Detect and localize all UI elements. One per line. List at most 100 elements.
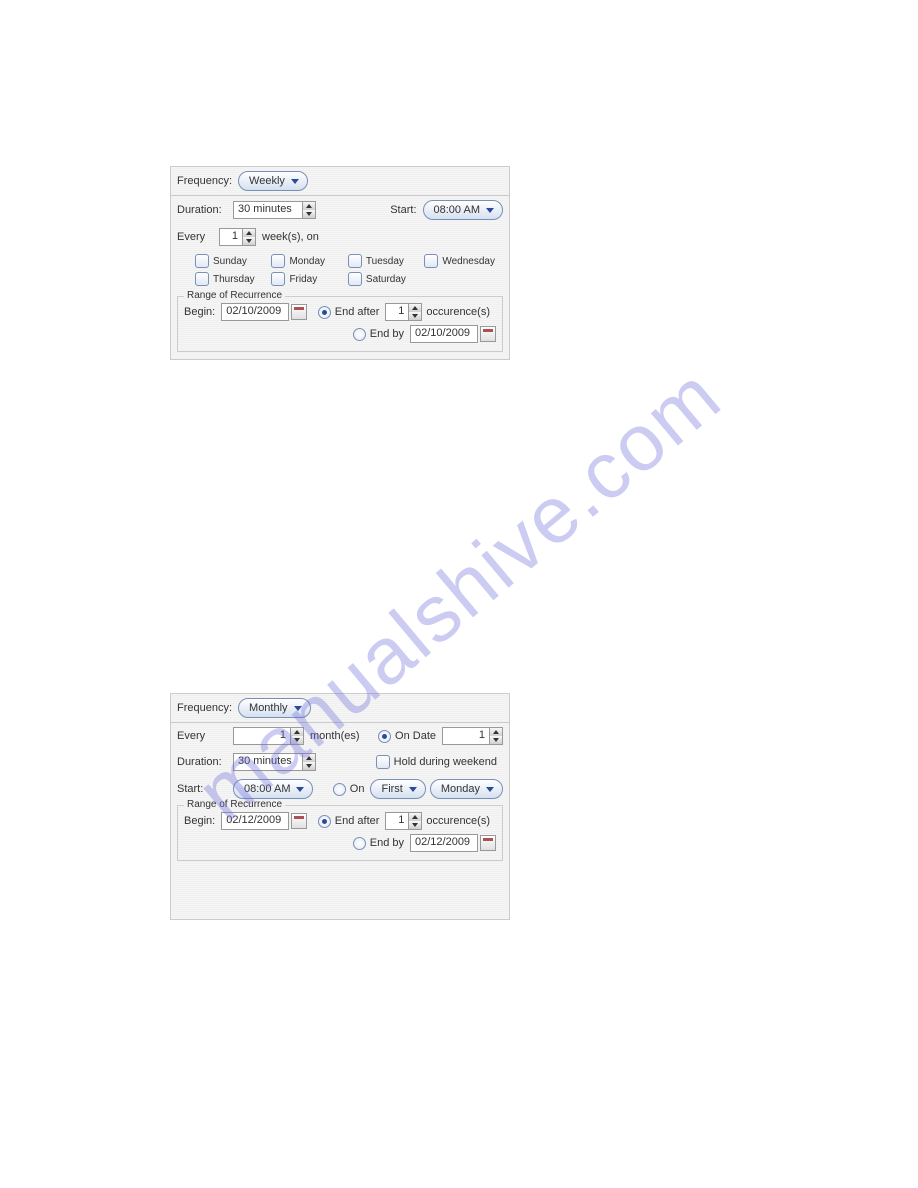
frequency-value: Monthly [249, 702, 288, 714]
chevron-down-icon [294, 706, 302, 711]
end-by-radio[interactable] [353, 837, 366, 850]
hold-weekend-checkbox[interactable] [376, 755, 390, 769]
every-value: 1 [220, 229, 242, 245]
day-label: Friday [289, 274, 317, 285]
spinner-down-icon[interactable] [303, 210, 315, 218]
spinner-up-icon[interactable] [409, 304, 421, 312]
chevron-down-icon [291, 179, 299, 184]
duration-label: Duration: [177, 756, 227, 768]
start-label: Start: [390, 204, 416, 216]
end-after-radio[interactable] [318, 306, 331, 319]
monthly-recurrence-panel: Frequency: Monthly Every 1 month(es) On … [170, 693, 510, 920]
end-by-date-input[interactable]: 02/12/2009 [410, 834, 478, 852]
on-ordinal-radio[interactable] [333, 783, 346, 796]
duration-spinner[interactable]: 30 minutes [233, 201, 316, 219]
begin-date-input[interactable]: 02/10/2009 [221, 303, 289, 321]
weekly-recurrence-panel: Frequency: Weekly Duration: 30 minutes S… [170, 166, 510, 360]
begin-label: Begin: [184, 815, 215, 827]
duration-value: 30 minutes [234, 754, 302, 770]
duration-spinner[interactable]: 30 minutes [233, 753, 316, 771]
checkbox-icon[interactable] [348, 272, 362, 286]
frequency-value: Weekly [249, 175, 285, 187]
spinner-up-icon[interactable] [490, 728, 502, 736]
chevron-down-icon [486, 787, 494, 792]
begin-label: Begin: [184, 306, 215, 318]
chevron-down-icon [409, 787, 417, 792]
day-thursday[interactable]: Thursday [195, 272, 263, 286]
spinner-up-icon[interactable] [291, 728, 303, 736]
spinner-up-icon[interactable] [303, 754, 315, 762]
every-label: Every [177, 730, 227, 742]
spinner-up-icon[interactable] [243, 229, 255, 237]
spinner-up-icon[interactable] [409, 813, 421, 821]
end-after-label: End after [335, 815, 380, 827]
calendar-icon[interactable] [480, 326, 496, 342]
spinner-down-icon[interactable] [409, 821, 421, 829]
spinner-down-icon[interactable] [291, 736, 303, 744]
end-by-label: End by [370, 837, 404, 849]
checkbox-icon[interactable] [271, 272, 285, 286]
spinner-down-icon[interactable] [243, 237, 255, 245]
duration-label: Duration: [177, 204, 227, 216]
end-by-radio[interactable] [353, 328, 366, 341]
every-label: Every [177, 231, 213, 243]
on-date-radio[interactable] [378, 730, 391, 743]
end-after-spinner[interactable]: 1 [385, 303, 422, 321]
day-label: Tuesday [366, 256, 404, 267]
weeks-on-label: week(s), on [262, 231, 319, 243]
every-value: 1 [234, 728, 290, 744]
day-saturday[interactable]: Saturday [348, 272, 416, 286]
end-by-date-input[interactable]: 02/10/2009 [410, 325, 478, 343]
start-time-dropdown[interactable]: 08:00 AM [233, 779, 313, 799]
spinner-up-icon[interactable] [303, 202, 315, 210]
start-time-dropdown[interactable]: 08:00 AM [423, 200, 503, 220]
duration-value: 30 minutes [234, 202, 302, 218]
day-wednesday[interactable]: Wednesday [424, 254, 495, 268]
spinner-down-icon[interactable] [409, 312, 421, 320]
every-weeks-spinner[interactable]: 1 [219, 228, 256, 246]
range-of-recurrence: Range of Recurrence Begin: 02/10/2009 En… [177, 296, 503, 352]
day-label: Saturday [366, 274, 406, 285]
day-friday[interactable]: Friday [271, 272, 339, 286]
frequency-dropdown[interactable]: Weekly [238, 171, 308, 191]
frequency-label: Frequency: [177, 175, 232, 187]
on-date-value: 1 [443, 728, 489, 744]
end-after-spinner[interactable]: 1 [385, 812, 422, 830]
hold-weekend-label: Hold during weekend [394, 756, 497, 768]
day-label: Wednesday [442, 256, 495, 267]
weekday-dropdown[interactable]: Monday [430, 779, 503, 799]
occurrences-label: occurence(s) [426, 815, 490, 827]
every-months-spinner[interactable]: 1 [233, 727, 304, 745]
checkbox-icon[interactable] [271, 254, 285, 268]
ordinal-value: First [381, 783, 402, 795]
range-label: Range of Recurrence [184, 290, 285, 301]
checkbox-icon[interactable] [195, 272, 209, 286]
calendar-icon[interactable] [480, 835, 496, 851]
begin-date-input[interactable]: 02/12/2009 [221, 812, 289, 830]
day-monday[interactable]: Monday [271, 254, 339, 268]
end-after-label: End after [335, 306, 380, 318]
spinner-down-icon[interactable] [490, 736, 502, 744]
calendar-icon[interactable] [291, 304, 307, 320]
day-label: Sunday [213, 256, 247, 267]
frequency-dropdown[interactable]: Monthly [238, 698, 311, 718]
calendar-icon[interactable] [291, 813, 307, 829]
checkbox-icon[interactable] [195, 254, 209, 268]
months-label: month(es) [310, 730, 360, 742]
start-value: 08:00 AM [434, 204, 480, 216]
start-value: 08:00 AM [244, 783, 290, 795]
day-tuesday[interactable]: Tuesday [348, 254, 416, 268]
occurrences-label: occurence(s) [426, 306, 490, 318]
on-date-spinner[interactable]: 1 [442, 727, 503, 745]
day-sunday[interactable]: Sunday [195, 254, 263, 268]
on-date-label: On Date [395, 730, 436, 742]
days-grid: Sunday Monday Tuesday Wednesday Thursday… [171, 250, 509, 294]
ordinal-dropdown[interactable]: First [370, 779, 425, 799]
end-by-label: End by [370, 328, 404, 340]
end-after-value: 1 [386, 304, 408, 320]
spinner-down-icon[interactable] [303, 762, 315, 770]
checkbox-icon[interactable] [424, 254, 438, 268]
checkbox-icon[interactable] [348, 254, 362, 268]
day-label: Monday [289, 256, 325, 267]
end-after-radio[interactable] [318, 815, 331, 828]
